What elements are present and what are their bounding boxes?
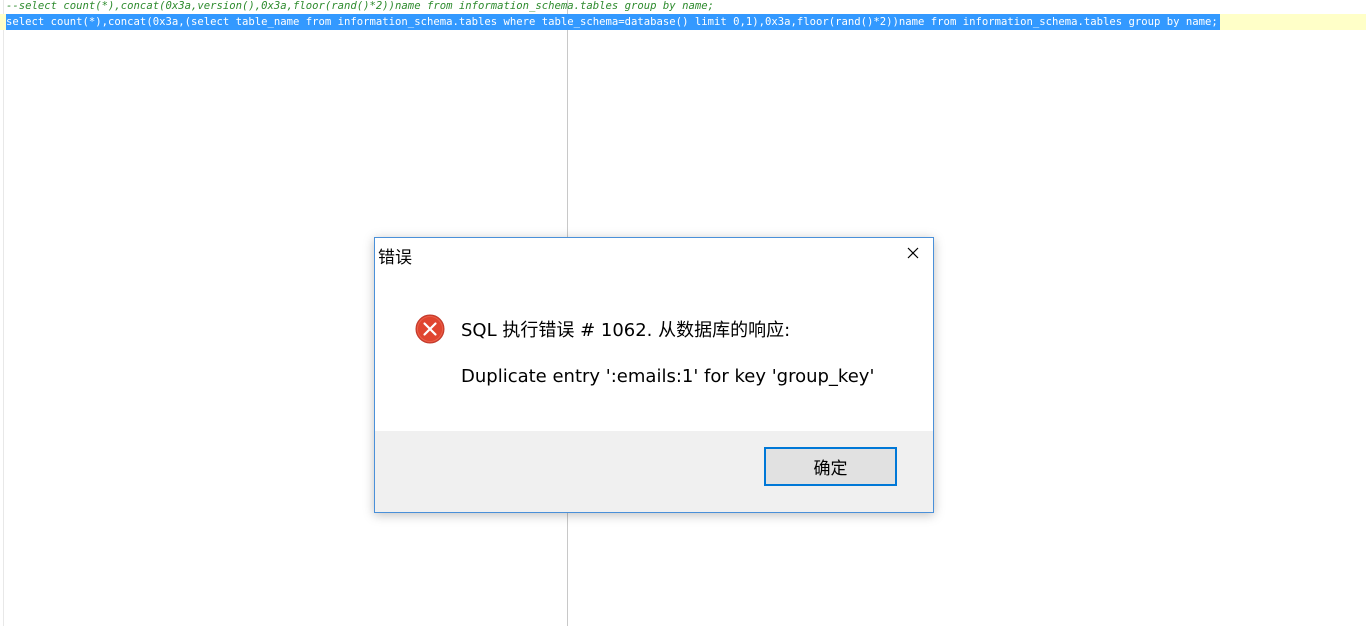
code-line-comment[interactable]: --select count(*),concat(0x3a,version(),…: [6, 0, 714, 14]
editor-gutter-divider: [3, 0, 4, 626]
error-dialog: 错误 SQL 执行错误 # 1062. 从数据库的响应: Duplicate e…: [374, 237, 934, 513]
ok-button[interactable]: 确定: [764, 447, 897, 486]
error-message-detail: Duplicate entry ':emails:1' for key 'gro…: [461, 366, 875, 387]
close-icon: [907, 247, 919, 259]
close-button[interactable]: [901, 241, 925, 265]
code-line-selected[interactable]: select count(*),concat(0x3a,(select tabl…: [6, 14, 1220, 30]
dialog-footer: 确定: [375, 431, 933, 512]
error-icon: [415, 314, 445, 344]
error-message-title: SQL 执行错误 # 1062. 从数据库的响应:: [461, 320, 791, 341]
dialog-title: 错误: [378, 248, 412, 268]
